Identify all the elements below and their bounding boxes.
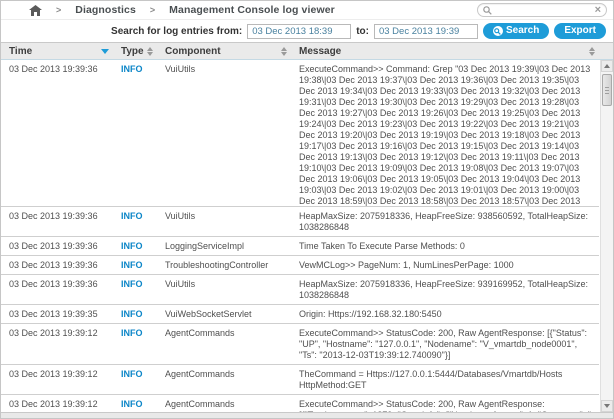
column-label: Time — [9, 46, 32, 57]
export-button-label: Export — [564, 26, 596, 36]
table-header: Time Type Component Message — [1, 42, 613, 60]
home-icon[interactable] — [29, 5, 42, 16]
cell-component: VuiUtils — [157, 207, 291, 236]
cell-time: 03 Dec 2013 19:39:36 — [1, 60, 113, 206]
sort-icon — [589, 47, 595, 56]
table-row[interactable]: 03 Dec 2013 19:39:36INFOLoggingServiceIm… — [1, 237, 599, 256]
cell-message: TheCommand = Https://127.0.0.1:5444/Data… — [291, 365, 599, 394]
vertical-scrollbar[interactable] — [600, 60, 613, 412]
cell-component: VuiWebSocketServlet — [157, 305, 291, 323]
search-button-icon — [493, 26, 503, 36]
cell-time: 03 Dec 2013 19:39:12 — [1, 324, 113, 364]
global-search-input[interactable] — [495, 5, 595, 15]
scrollbar-thumb[interactable] — [602, 74, 612, 106]
cell-component: AgentCommands — [157, 395, 291, 412]
scrollbar-up-button[interactable] — [601, 60, 613, 72]
from-date-input[interactable] — [247, 24, 351, 39]
cell-time: 03 Dec 2013 19:39:36 — [1, 207, 113, 236]
cell-time: 03 Dec 2013 19:39:36 — [1, 237, 113, 255]
table-row[interactable]: 03 Dec 2013 19:39:36INFOVuiUtilsHeapMaxS… — [1, 275, 599, 305]
cell-component: TroubleshootingController — [157, 256, 291, 274]
to-label: to: — [356, 26, 369, 37]
cell-message: HeapMaxSize: 2075918336, HeapFreeSize: 9… — [291, 207, 599, 236]
sort-icon — [147, 47, 153, 56]
cell-type: INFO — [113, 395, 157, 412]
cell-message: VewMCLog>> PageNum: 1, NumLinesPerPage: … — [291, 256, 599, 274]
footer-strip — [1, 412, 613, 418]
log-filter-bar: Search for log entries from: to: Search … — [1, 20, 613, 42]
breadcrumb-separator: > — [150, 5, 155, 15]
cell-time: 03 Dec 2013 19:39:12 — [1, 365, 113, 394]
cell-message: HeapMaxSize: 2075918336, HeapFreeSize: 9… — [291, 275, 599, 304]
search-button[interactable]: Search — [483, 23, 549, 39]
column-header-component[interactable]: Component — [157, 43, 291, 59]
sort-descending-icon — [101, 49, 109, 54]
cell-message: ExecuteCommand>> Command: Grep "03 Dec 2… — [291, 60, 599, 206]
cell-component: AgentCommands — [157, 324, 291, 364]
table-row[interactable]: 03 Dec 2013 19:39:12INFOAgentCommandsExe… — [1, 324, 599, 365]
cell-message: Origin: Https://192.168.32.180:5450 — [291, 305, 599, 323]
table-row[interactable]: 03 Dec 2013 19:39:36INFOVuiUtilsHeapMaxS… — [1, 207, 599, 237]
cell-type: INFO — [113, 60, 157, 206]
cell-time: 03 Dec 2013 19:39:12 — [1, 395, 113, 412]
cell-component: LoggingServiceImpl — [157, 237, 291, 255]
scrollbar-down-button[interactable] — [601, 400, 613, 412]
table-row[interactable]: 03 Dec 2013 19:39:12INFOAgentCommandsThe… — [1, 365, 599, 395]
column-header-message[interactable]: Message — [291, 43, 599, 59]
column-header-time[interactable]: Time — [1, 43, 113, 59]
table-row[interactable]: 03 Dec 2013 19:39:36INFOVuiUtilsExecuteC… — [1, 60, 599, 207]
cell-type: INFO — [113, 237, 157, 255]
column-label: Component — [165, 46, 221, 57]
from-label: Search for log entries from: — [111, 26, 242, 37]
column-label: Message — [299, 46, 341, 57]
cell-type: INFO — [113, 324, 157, 364]
breadcrumb-item-diagnostics[interactable]: Diagnostics — [75, 4, 136, 16]
breadcrumb-separator: > — [56, 5, 61, 15]
column-label: Type — [121, 46, 144, 57]
cell-message: Time Taken To Execute Parse Methods: 0 — [291, 237, 599, 255]
clear-search-icon[interactable]: × — [595, 5, 601, 16]
search-button-label: Search — [506, 26, 539, 36]
export-button[interactable]: Export — [554, 23, 606, 39]
column-header-type[interactable]: Type — [113, 43, 157, 59]
sort-icon — [281, 47, 287, 56]
cell-message: ExecuteCommand>> StatusCode: 200, Raw Ag… — [291, 395, 599, 412]
cell-component: VuiUtils — [157, 60, 291, 206]
cell-time: 03 Dec 2013 19:39:35 — [1, 305, 113, 323]
table-body-rows: 03 Dec 2013 19:39:36INFOVuiUtilsExecuteC… — [1, 60, 599, 412]
cell-type: INFO — [113, 207, 157, 236]
to-date-input[interactable] — [374, 24, 478, 39]
cell-type: INFO — [113, 305, 157, 323]
cell-component: VuiUtils — [157, 275, 291, 304]
table-row[interactable]: 03 Dec 2013 19:39:12INFOAgentCommandsExe… — [1, 395, 599, 412]
cell-message: ExecuteCommand>> StatusCode: 200, Raw Ag… — [291, 324, 599, 364]
table-row[interactable]: 03 Dec 2013 19:39:36INFOTroubleshootingC… — [1, 256, 599, 275]
search-icon — [483, 6, 492, 15]
cell-time: 03 Dec 2013 19:39:36 — [1, 275, 113, 304]
cell-type: INFO — [113, 275, 157, 304]
table-row[interactable]: 03 Dec 2013 19:39:35INFOVuiWebSocketServ… — [1, 305, 599, 324]
breadcrumb: > Diagnostics > Management Console log v… — [1, 1, 613, 20]
table-body: 03 Dec 2013 19:39:36INFOVuiUtilsExecuteC… — [1, 60, 613, 412]
breadcrumb-item-log-viewer: Management Console log viewer — [169, 4, 335, 16]
cell-type: INFO — [113, 256, 157, 274]
cell-type: INFO — [113, 365, 157, 394]
cell-component: AgentCommands — [157, 365, 291, 394]
cell-time: 03 Dec 2013 19:39:36 — [1, 256, 113, 274]
global-search-field[interactable]: × — [477, 3, 607, 17]
log-viewer-window: > Diagnostics > Management Console log v… — [0, 0, 614, 419]
